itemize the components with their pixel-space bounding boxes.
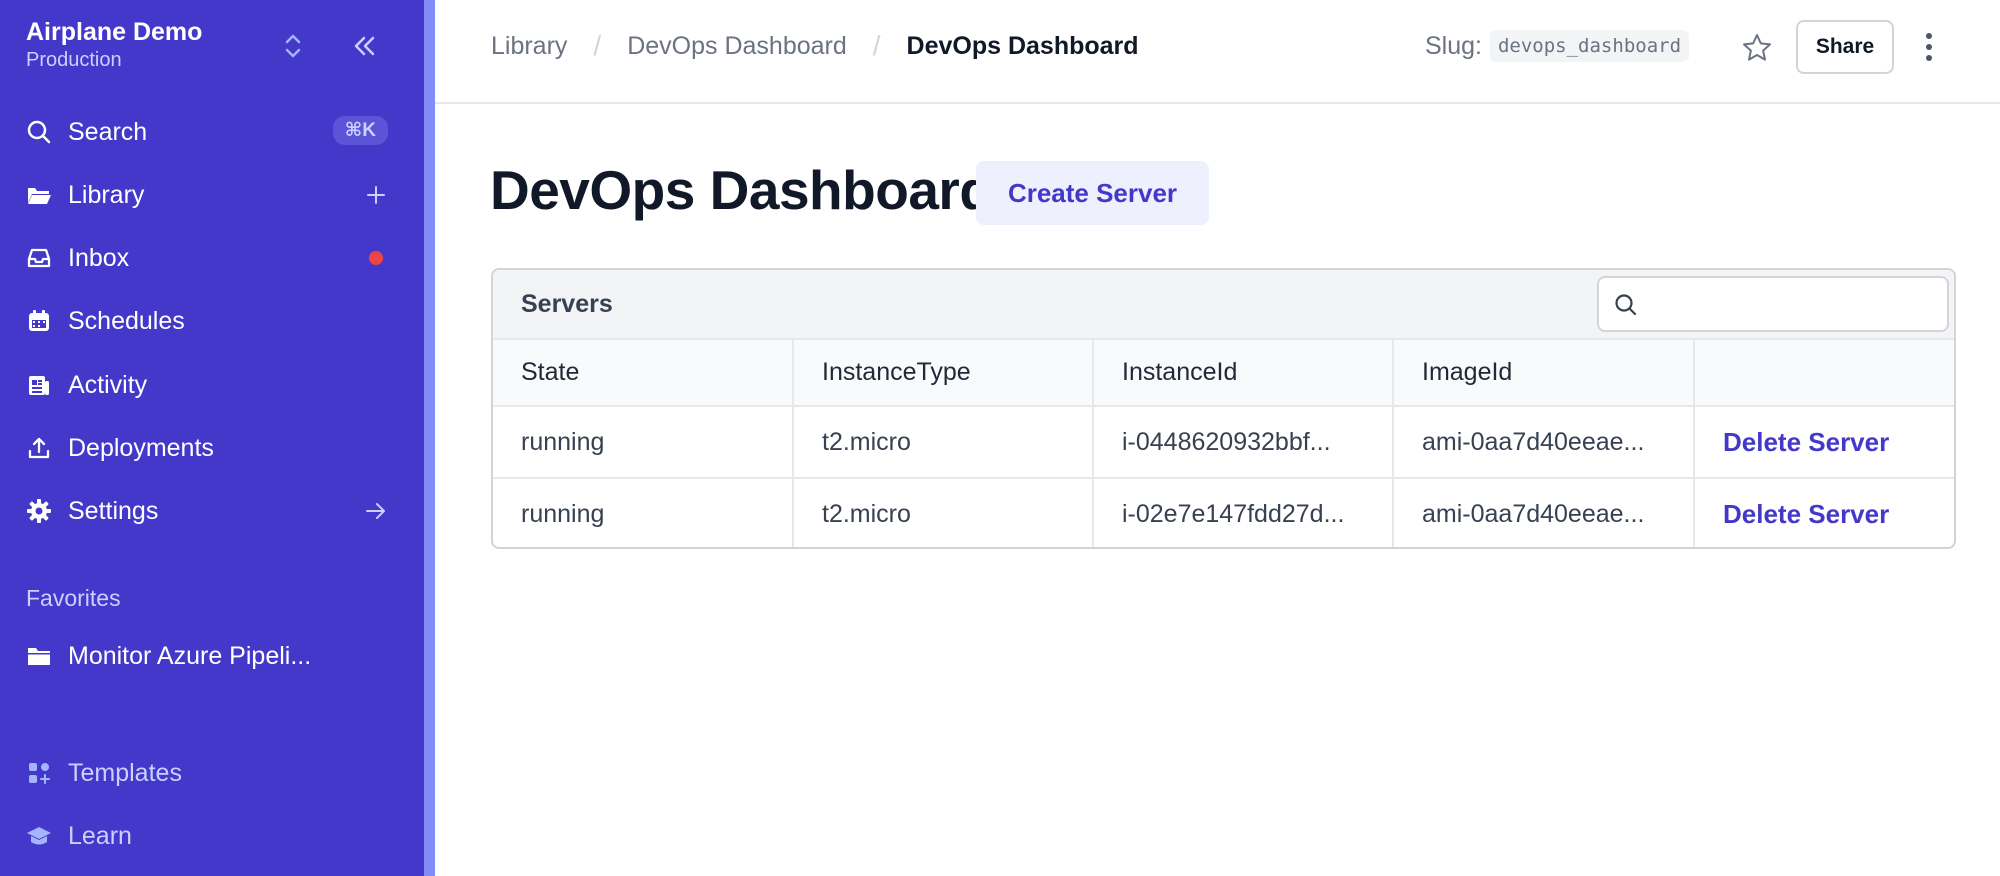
sidebar-item-schedules[interactable]: Schedules — [26, 297, 398, 345]
column-header-image-id[interactable]: ImageId — [1393, 340, 1695, 407]
cell-image-id: ami-0aa7d40eeae... — [1393, 478, 1695, 547]
sidebar-item-templates[interactable]: Templates — [26, 749, 398, 797]
notification-dot — [364, 246, 388, 270]
cell-instance-id: i-02e7e147fdd27d... — [1093, 478, 1394, 547]
sidebar-item-learn[interactable]: Learn — [26, 812, 398, 860]
cell-instance-type: t2.micro — [793, 478, 1094, 547]
cell-instance-type: t2.micro — [793, 406, 1094, 479]
servers-table: State InstanceType InstanceId ImageId ru… — [493, 340, 1954, 547]
share-button[interactable]: Share — [1796, 20, 1894, 74]
sidebar-item-label: Templates — [68, 759, 182, 787]
sidebar-item-label: Search — [68, 118, 148, 146]
table-row: running t2.micro i-02e7e147fdd27d... ami… — [493, 478, 1954, 547]
sidebar-item-inbox[interactable]: Inbox — [26, 234, 398, 282]
cell-image-id: ami-0aa7d40eeae... — [1393, 406, 1695, 479]
folder-icon — [26, 643, 52, 669]
folder-open-icon — [26, 182, 52, 208]
column-header-state[interactable]: State — [493, 340, 794, 407]
cell-actions: Delete Server — [1694, 406, 1954, 479]
sidebar-item-label: Inbox — [68, 244, 130, 272]
gear-icon — [26, 498, 52, 524]
search-icon — [1615, 294, 1637, 316]
table-header-row: State InstanceType InstanceId ImageId — [493, 340, 1954, 407]
sidebar-item-label: Schedules — [68, 307, 185, 335]
sidebar-item-label: Activity — [68, 371, 148, 399]
sidebar-item-activity[interactable]: Activity — [26, 361, 398, 409]
environment-name: Production — [26, 49, 122, 71]
slug-label: Slug: — [1425, 31, 1482, 60]
sidebar: Airplane Demo Production Search ⌘K Libra… — [0, 0, 424, 876]
graduation-cap-icon — [26, 823, 52, 849]
breadcrumb-current: DevOps Dashboard — [906, 31, 1139, 60]
slug-value[interactable]: devops_dashboard — [1489, 30, 1690, 62]
star-icon[interactable] — [1741, 32, 1773, 64]
breadcrumb-separator: / — [593, 30, 602, 61]
page-title: DevOps Dashboard — [490, 159, 993, 221]
templates-icon — [26, 760, 52, 786]
upload-icon — [26, 435, 52, 461]
breadcrumb-library[interactable]: Library — [491, 32, 567, 61]
search-icon — [26, 119, 52, 145]
collapse-sidebar-icon[interactable] — [350, 32, 378, 60]
plus-icon[interactable] — [364, 183, 388, 207]
cell-actions: Delete Server — [1694, 478, 1954, 547]
favorite-item-label: Monitor Azure Pipeli... — [68, 642, 312, 670]
column-header-actions — [1694, 340, 1954, 407]
create-server-button[interactable]: Create Server — [976, 161, 1209, 225]
table-search[interactable] — [1597, 276, 1949, 332]
sidebar-item-label: Library — [68, 181, 145, 209]
table-row: running t2.micro i-0448620932bbf... ami-… — [493, 406, 1954, 479]
cell-instance-id: i-0448620932bbf... — [1093, 406, 1394, 479]
column-header-instance-type[interactable]: InstanceType — [793, 340, 1094, 407]
top-bar: Library / DevOps Dashboard / DevOps Dash… — [435, 0, 2000, 104]
sidebar-item-settings[interactable]: Settings — [26, 487, 398, 535]
column-header-instance-id[interactable]: InstanceId — [1093, 340, 1394, 407]
table-title: Servers — [521, 290, 613, 318]
sidebar-item-library[interactable]: Library — [26, 171, 398, 219]
favorites-heading: Favorites — [26, 585, 121, 611]
cell-state: running — [493, 406, 794, 479]
table-search-input[interactable] — [1647, 286, 1937, 322]
breadcrumb-folder[interactable]: DevOps Dashboard — [627, 32, 847, 61]
sidebar-resize-handle[interactable] — [424, 0, 435, 876]
delete-server-button[interactable]: Delete Server — [1723, 499, 1889, 529]
sidebar-item-label: Settings — [68, 497, 159, 525]
cell-state: running — [493, 478, 794, 547]
calendar-icon — [26, 308, 52, 334]
more-options-icon[interactable] — [1921, 30, 1937, 64]
workspace-switcher[interactable]: Airplane Demo Production — [26, 16, 202, 72]
workspace-name: Airplane Demo — [26, 18, 203, 46]
inbox-icon — [26, 245, 52, 271]
slug: Slug: devops_dashboard — [1425, 30, 1690, 62]
table-header-bar: Servers — [493, 270, 1954, 340]
sidebar-item-label: Deployments — [68, 434, 214, 462]
favorite-item[interactable]: Monitor Azure Pipeli... — [26, 632, 398, 680]
breadcrumb: Library / DevOps Dashboard / DevOps Dash… — [491, 30, 1139, 62]
breadcrumb-separator: / — [872, 30, 881, 61]
sidebar-item-deployments[interactable]: Deployments — [26, 424, 398, 472]
servers-table-card: Servers State InstanceType InstanceId Im… — [491, 268, 1956, 549]
sidebar-item-search[interactable]: Search ⌘K — [26, 108, 398, 156]
sidebar-item-label: Learn — [68, 822, 132, 850]
keyboard-shortcut-badge: ⌘K — [332, 116, 388, 145]
arrow-right-icon — [364, 499, 388, 523]
newspaper-icon — [26, 372, 52, 398]
delete-server-button[interactable]: Delete Server — [1723, 427, 1889, 457]
chevron-up-down-icon[interactable] — [282, 30, 304, 62]
